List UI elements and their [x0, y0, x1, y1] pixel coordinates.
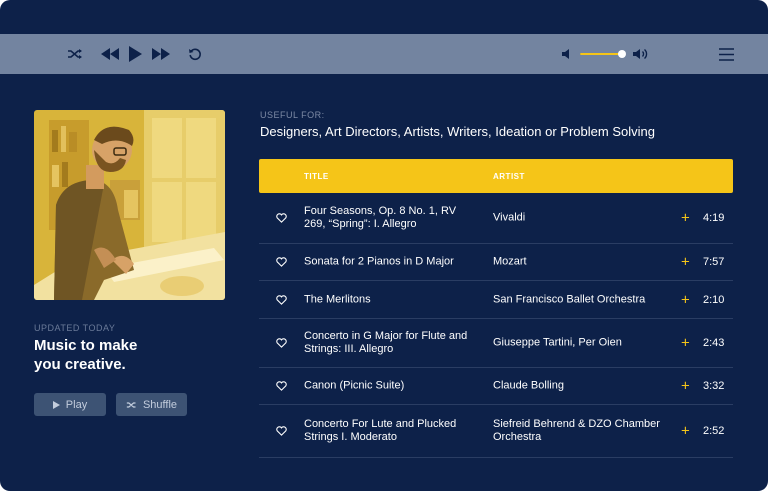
shuffle-button-label: Shuffle [142, 398, 178, 411]
app-window: UPDATED TODAY Music to make you creative… [0, 0, 768, 491]
previous-icon[interactable] [99, 34, 121, 74]
shuffle-icon[interactable] [66, 34, 84, 74]
heart-icon[interactable] [276, 426, 287, 436]
track-artist: Claude Bolling [493, 379, 564, 392]
track-title: Sonata for 2 Pianos in D Major [304, 255, 454, 268]
volume-fill [580, 53, 623, 55]
track-title: Concerto For Lute and Plucked Strings I.… [304, 418, 457, 443]
add-icon[interactable]: + [681, 292, 690, 307]
tracklist: Four Seasons, Op. 8 No. 1, RV 269, “Spri… [259, 193, 733, 458]
shuffle-icon [126, 401, 136, 408]
track-duration: 3:32 [703, 380, 725, 392]
next-icon[interactable] [150, 34, 172, 74]
heart-icon[interactable] [276, 213, 287, 223]
play-button[interactable]: Play [34, 393, 106, 416]
volume-high-icon[interactable] [632, 34, 650, 74]
track-artist: San Francisco Ballet Orchestra [493, 293, 646, 305]
heart-icon[interactable] [276, 338, 287, 348]
track-artist: Vivaldi [493, 211, 526, 224]
track-title: Canon (Picnic Suite) [304, 379, 405, 392]
track-row[interactable]: Sonata for 2 Pianos in D Major Mozart +7:5… [259, 244, 733, 281]
volume-low-icon[interactable] [561, 34, 573, 74]
tracklist-header: TITLE ARTIST [259, 159, 733, 193]
track-row[interactable]: The Merlitons San Francisco Ballet Orches… [259, 281, 733, 319]
useful-for-label: USEFUL FOR: [260, 110, 325, 120]
track-duration: 2:52 [703, 425, 725, 437]
play-icon[interactable] [127, 34, 143, 74]
add-icon[interactable]: + [681, 336, 690, 351]
add-icon[interactable]: + [681, 211, 690, 226]
track-artist: Mozart [493, 255, 527, 268]
playlist-headline: Music to make you creative. [34, 336, 224, 374]
track-title: The Merlitons [304, 293, 371, 305]
column-header-title: TITLE [304, 172, 329, 181]
player-bar [0, 34, 768, 74]
menu-icon[interactable] [718, 34, 734, 74]
repeat-icon[interactable] [187, 34, 203, 74]
heart-icon[interactable] [276, 257, 287, 267]
play-button-label: Play [65, 398, 88, 411]
track-title: Four Seasons, Op. 8 No. 1, RV 269, “Spri… [304, 205, 457, 230]
track-duration: 7:57 [703, 256, 725, 268]
track-duration: 2:10 [703, 293, 725, 306]
track-row[interactable]: Concerto in G Major for Flute and String… [259, 319, 733, 368]
add-icon[interactable]: + [681, 255, 690, 270]
track-duration: 2:43 [703, 337, 725, 349]
heart-icon[interactable] [276, 294, 287, 305]
volume-knob[interactable] [618, 50, 627, 58]
play-icon [52, 400, 60, 409]
headline-line-1: Music to make [34, 337, 138, 354]
useful-for-text: Designers, Art Directors, Artists, Write… [260, 124, 655, 139]
add-icon[interactable]: + [681, 379, 690, 394]
track-row[interactable]: Canon (Picnic Suite) Claude Bolling +3:32 [259, 368, 733, 405]
hero-image [34, 110, 225, 300]
track-title: Concerto in G Major for Flute and String… [304, 330, 468, 355]
track-row[interactable]: Concerto For Lute and Plucked Strings I.… [259, 405, 733, 458]
add-icon[interactable]: + [681, 424, 690, 439]
track-row[interactable]: Four Seasons, Op. 8 No. 1, RV 269, “Spri… [259, 193, 733, 244]
shuffle-button[interactable]: Shuffle [116, 393, 187, 416]
volume-slider[interactable] [580, 50, 627, 58]
track-artist: Siefreid Behrend & DZO Chamber Orchestra [493, 418, 660, 443]
updated-label: UPDATED TODAY [34, 323, 116, 333]
headline-line-2: you creative. [34, 356, 126, 373]
track-artist: Giuseppe Tartini, Per Oien [493, 336, 622, 349]
heart-icon[interactable] [276, 381, 287, 391]
track-duration: 4:19 [703, 212, 725, 224]
column-header-artist: ARTIST [493, 172, 525, 181]
